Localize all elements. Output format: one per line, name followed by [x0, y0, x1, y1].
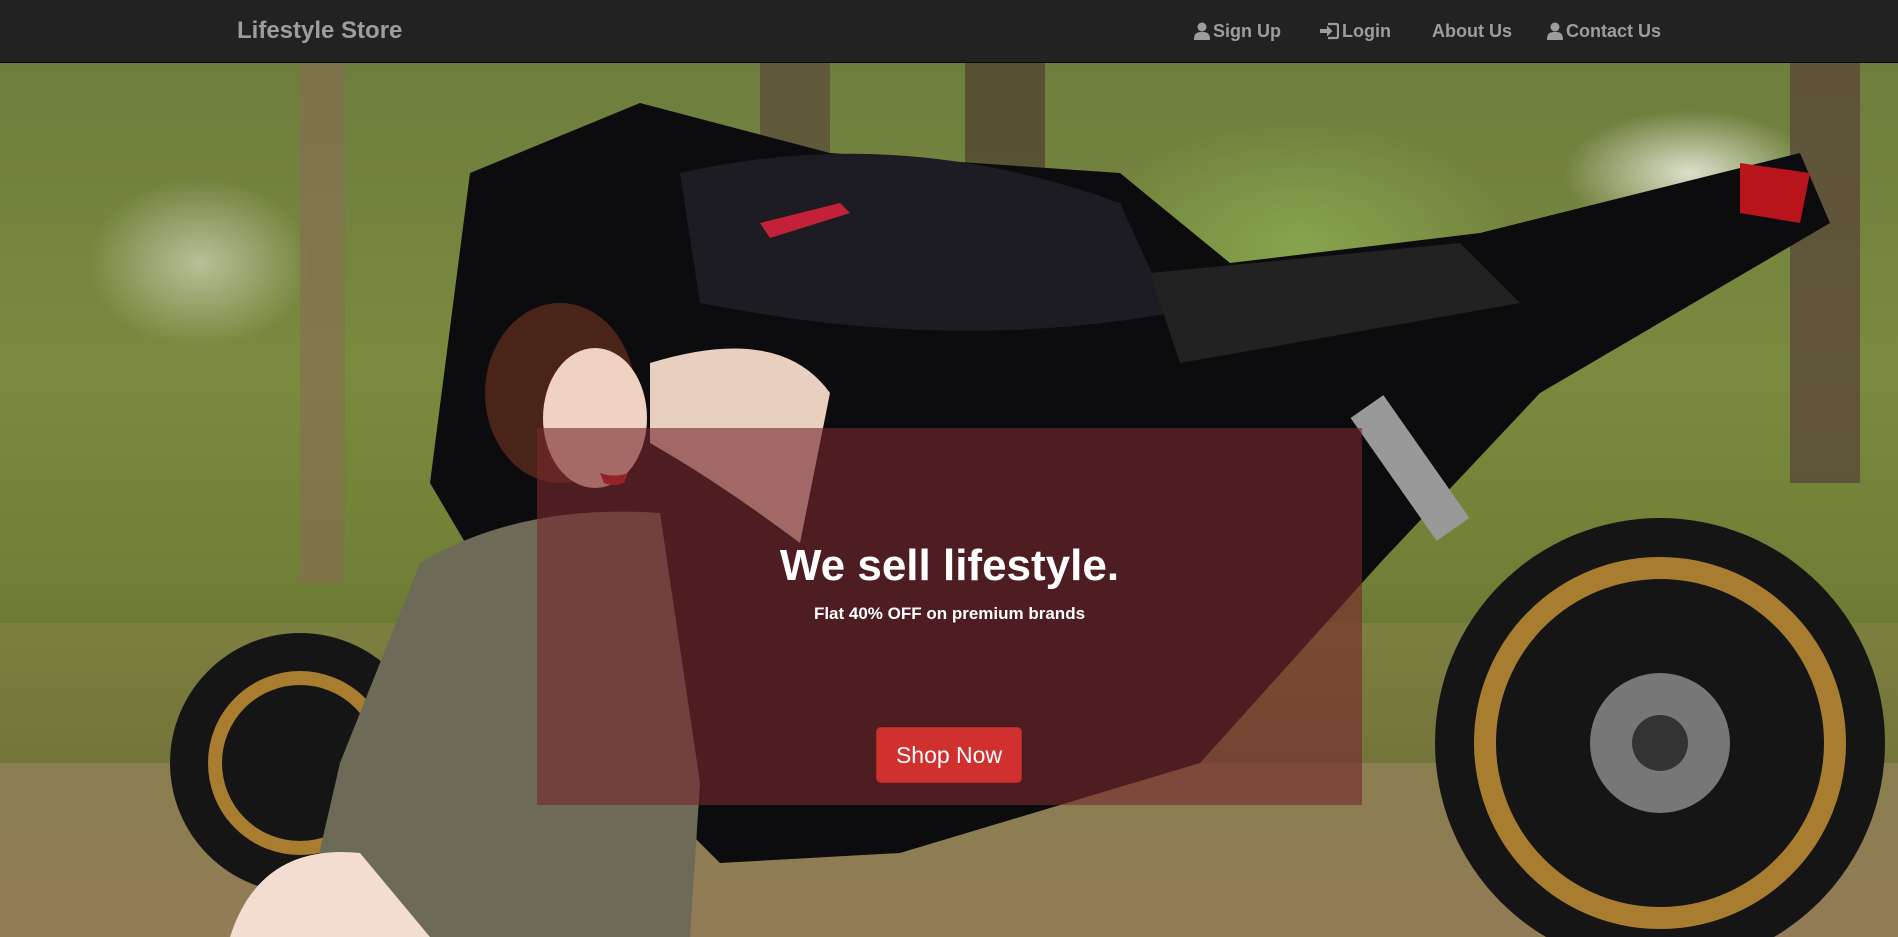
log-in-icon [1320, 22, 1339, 40]
nav-about-us[interactable]: About Us [1432, 19, 1512, 43]
nav-contact-us-label: Contact Us [1566, 21, 1662, 41]
hero-subline: Flat 40% OFF on premium brands [813, 604, 1086, 623]
hero-headline: We sell lifestyle. [779, 541, 1120, 590]
shop-now-button[interactable]: Shop Now [876, 727, 1022, 783]
nav-about-us-label: About Us [1432, 21, 1512, 41]
top-navbar: Lifestyle Store Sign Up Login About Us C… [0, 0, 1898, 63]
user-icon [1547, 22, 1563, 40]
nav-sign-up[interactable]: Sign Up [1194, 19, 1281, 43]
brand-link[interactable]: Lifestyle Store [237, 17, 402, 45]
nav-login-label: Login [1342, 21, 1391, 41]
promo-overlay: We sell lifestyle. Flat 40% OFF on premi… [537, 428, 1362, 805]
nav-login[interactable]: Login [1319, 19, 1391, 43]
user-icon [1194, 22, 1210, 40]
hero-banner: We sell lifestyle. Flat 40% OFF on premi… [0, 63, 1898, 937]
nav-sign-up-label: Sign Up [1213, 21, 1281, 41]
nav-contact-us[interactable]: Contact Us [1547, 19, 1661, 43]
